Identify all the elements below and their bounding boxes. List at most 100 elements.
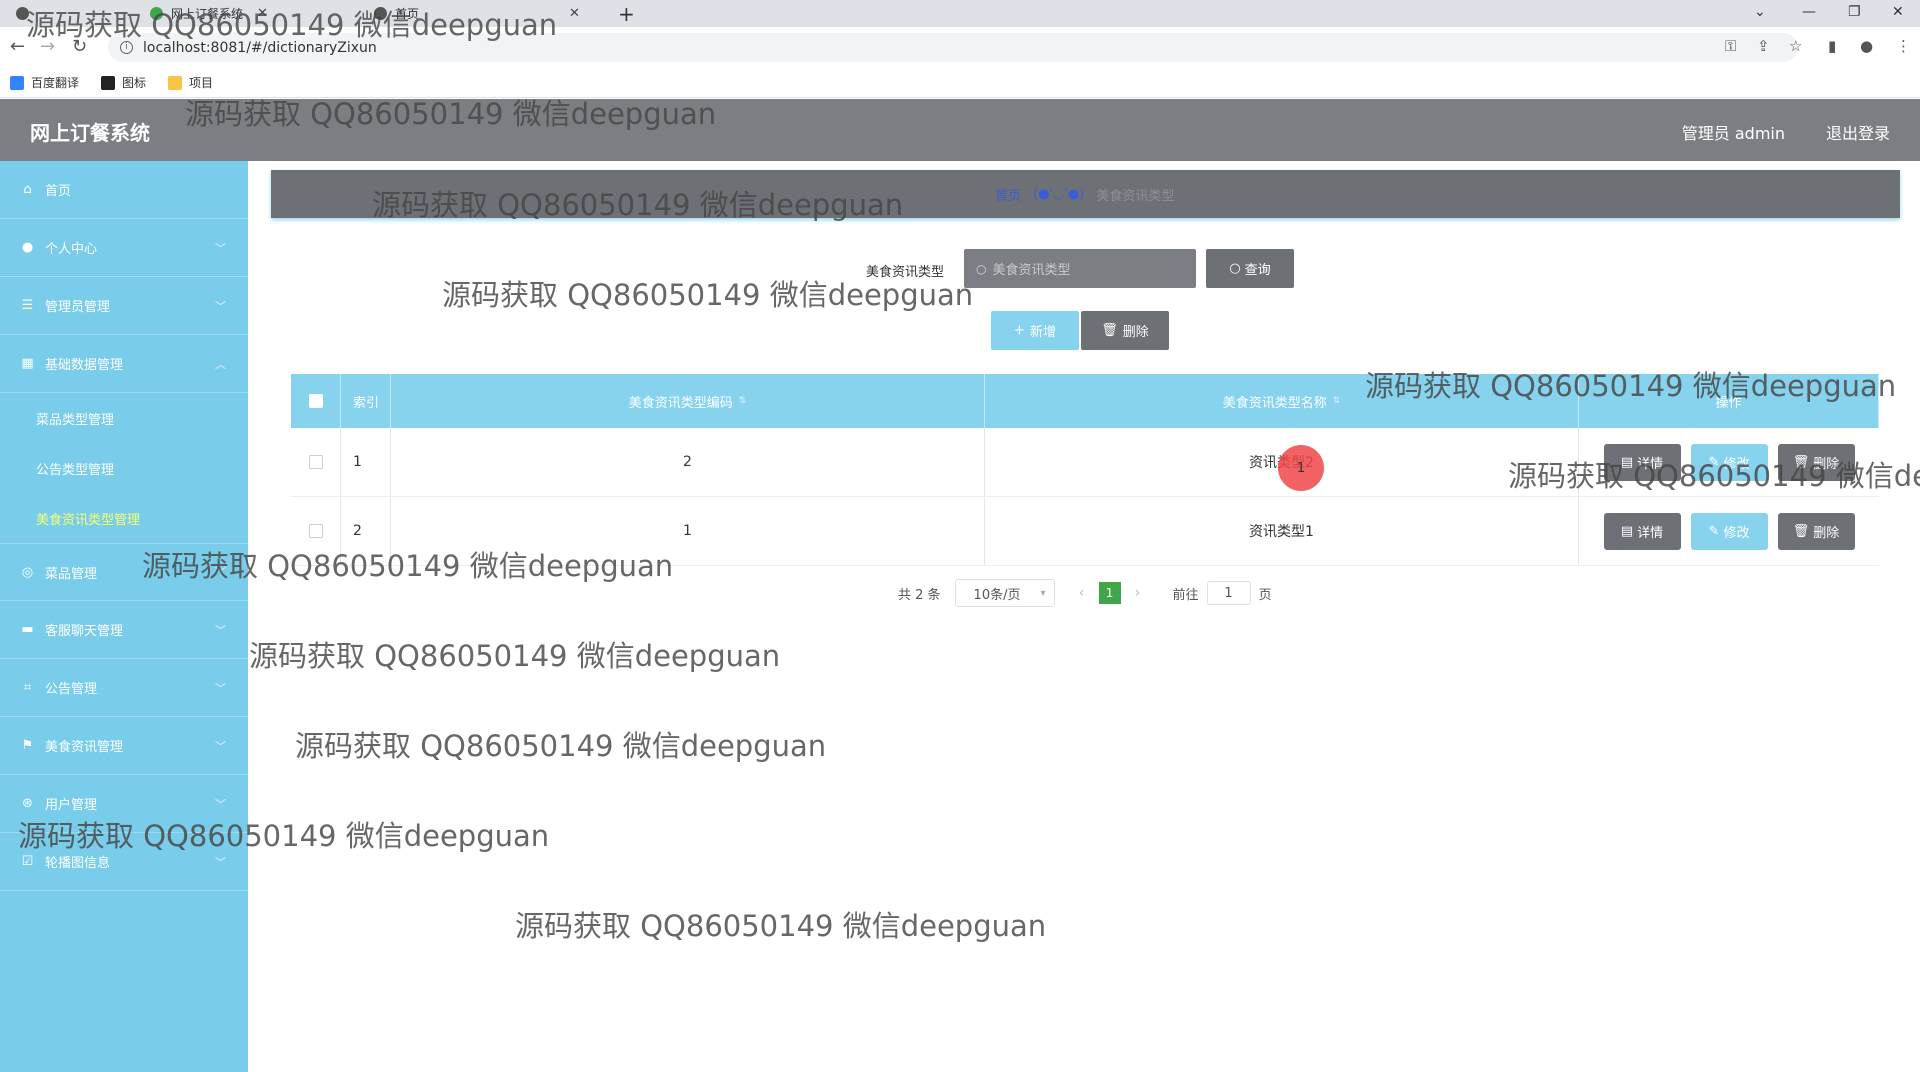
chevron-down-icon: ﹀	[215, 797, 226, 811]
goto-page-input[interactable]: 1	[1206, 581, 1251, 605]
browser-tab-strip: 网上订餐系统 ✕ 首页 ✕ + ⌄ — ❐ ✕	[0, 0, 1920, 27]
row-delete-button[interactable]: 🗑 删除	[1777, 512, 1855, 550]
bookmarks-bar: 百度翻译 图标 项目	[0, 68, 1920, 98]
breadcrumb-separator: (●'◡'●)	[1033, 186, 1085, 202]
detail-button[interactable]: ▤ 详情	[1603, 512, 1681, 550]
submenu-notice-type[interactable]: 公告类型管理	[0, 443, 248, 493]
row-checkbox[interactable]	[308, 524, 323, 538]
delete-button-label: 删除	[1122, 325, 1149, 340]
search-icon: ○	[1229, 261, 1241, 276]
logout-link[interactable]: 退出登录	[1826, 120, 1890, 144]
address-bar-row: ← → ↻ i localhost:8081/#/dictionaryZixun…	[0, 27, 1920, 68]
next-page-icon[interactable]: ›	[1127, 585, 1149, 601]
trash-icon: 🗑	[1101, 323, 1118, 338]
bookmark-item[interactable]: 项目	[168, 74, 213, 91]
chevron-down-icon: ﹀	[215, 566, 226, 579]
chevron-down-icon: ﹀	[215, 623, 226, 637]
close-window-icon[interactable]: ✕	[1892, 4, 1904, 20]
chevron-down-icon: ▾	[1040, 587, 1046, 599]
tab-close-icon[interactable]: ✕	[257, 6, 268, 21]
edit-button[interactable]: ✎ 修改	[1690, 512, 1768, 550]
submenu-label: 菜品类型管理	[36, 412, 115, 428]
sidebar-item-home[interactable]: ⌂ 首页	[0, 161, 248, 219]
add-button[interactable]: + 新增	[991, 311, 1079, 350]
browser-tab[interactable]	[6, 0, 136, 27]
page-number-current[interactable]: 1	[1098, 582, 1121, 604]
page-size-value: 10条/页	[973, 587, 1021, 603]
pagination: 共 2 条 10条/页 ▾ ‹ 1 › 前往 1 页	[898, 579, 1272, 607]
table-header: 索引 美食资讯类型编码 ⇅ 美食资讯类型名称 ⇅ 操作	[291, 374, 1879, 428]
tab-favicon-icon	[374, 7, 387, 20]
sort-icon[interactable]: ⇅	[739, 396, 747, 406]
new-tab-button[interactable]: +	[618, 2, 635, 26]
star-icon[interactable]: ☆	[1789, 37, 1802, 55]
select-all-checkbox[interactable]	[308, 394, 323, 408]
row-index: 1	[341, 428, 391, 496]
search-button[interactable]: ○ 查询	[1206, 249, 1294, 288]
minimize-icon[interactable]: —	[1802, 4, 1816, 20]
sidebar-item-chat[interactable]: ▬ 客服聊天管理 ﹀	[0, 601, 248, 659]
data-table: 索引 美食资讯类型编码 ⇅ 美食资讯类型名称 ⇅ 操作 1 2 资讯类型2 ▤详…	[291, 374, 1879, 566]
chevron-down-icon: ﹀	[215, 739, 226, 753]
tab-title: 首页	[395, 7, 420, 21]
page-size-select[interactable]: 10条/页 ▾	[954, 579, 1055, 607]
forward-icon[interactable]: →	[40, 36, 55, 57]
search-placeholder: 美食资讯类型	[992, 263, 1071, 278]
sidebar-item-admins[interactable]: ☰ 管理员管理 ﹀	[0, 277, 248, 335]
breadcrumb-home[interactable]: 首页	[995, 185, 1021, 204]
translate-icon	[10, 75, 24, 90]
sidebar-item-carousel[interactable]: ☑ 轮播图信息 ﹀	[0, 833, 248, 891]
globe-icon: ◎	[21, 564, 34, 580]
row-code: 1	[391, 497, 985, 565]
header-code[interactable]: 美食资讯类型编码 ⇅	[391, 374, 985, 428]
prev-page-icon[interactable]: ‹	[1071, 585, 1093, 601]
flag-icon: ⚑	[21, 738, 34, 753]
image-icon	[101, 75, 116, 90]
submenu-food-news-type[interactable]: 美食资讯类型管理	[0, 493, 248, 543]
sidebar-item-dishes[interactable]: ◎ 菜品管理 ﹀	[0, 543, 248, 601]
browser-tab[interactable]: 网上订餐系统 ✕	[140, 0, 360, 27]
sidebar-item-label: 用户管理	[45, 798, 98, 813]
bookmark-item[interactable]: 百度翻译	[10, 74, 79, 91]
site-info-icon[interactable]: i	[120, 41, 133, 54]
url-input[interactable]: i localhost:8081/#/dictionaryZixun	[108, 33, 1798, 62]
list-icon: ☰	[21, 298, 34, 313]
tab-close-icon[interactable]: ✕	[569, 6, 580, 21]
goto-page-value: 1	[1224, 585, 1233, 601]
sidepanel-icon[interactable]: ▮	[1828, 37, 1836, 55]
bookmark-label: 百度翻译	[31, 76, 80, 90]
trash-icon: 🗑	[1792, 523, 1810, 539]
sidebar-item-users[interactable]: ⊛ 用户管理 ﹀	[0, 775, 248, 833]
bookmark-item[interactable]: 图标	[101, 74, 146, 91]
doc-icon: ▤	[1620, 454, 1634, 470]
sort-icon[interactable]: ⇅	[1333, 396, 1341, 406]
profile-icon[interactable]: ●	[1860, 37, 1873, 55]
tab-search-icon[interactable]: ⌄	[1754, 4, 1766, 20]
row-checkbox[interactable]	[308, 455, 323, 469]
search-input[interactable]: ○ 美食资讯类型	[964, 249, 1196, 288]
submenu-dish-type[interactable]: 菜品类型管理	[0, 393, 248, 443]
share-icon[interactable]: ⇪	[1757, 37, 1770, 55]
row-name: 资讯类型1	[985, 497, 1579, 565]
search-icon: ○	[976, 261, 987, 276]
detail-label: 详情	[1637, 456, 1664, 472]
sidebar-item-food-news[interactable]: ⚑ 美食资讯管理 ﹀	[0, 717, 248, 775]
table-row: 2 1 资讯类型1 ▤ 详情 ✎ 修改 🗑 删除	[291, 497, 1879, 566]
key-icon[interactable]: ⚿	[1725, 37, 1736, 55]
edit-button[interactable]: ✎ 修改	[1690, 443, 1768, 481]
menu-icon[interactable]: ⋮	[1896, 37, 1911, 55]
detail-button[interactable]: ▤ 详情	[1603, 443, 1681, 481]
row-delete-button[interactable]: 🗑 删除	[1777, 443, 1855, 481]
header-name[interactable]: 美食资讯类型名称 ⇅	[985, 374, 1579, 428]
back-icon[interactable]: ←	[10, 36, 25, 57]
reload-icon[interactable]: ↻	[72, 36, 87, 57]
select-all-cell	[291, 374, 341, 428]
batch-delete-button[interactable]: 🗑 删除	[1081, 311, 1169, 350]
trash-icon: 🗑	[1792, 454, 1810, 470]
restore-icon[interactable]: ❐	[1848, 4, 1861, 20]
compass-icon: ⊛	[22, 796, 33, 811]
sidebar-item-base-data[interactable]: ▦ 基础数据管理 ︿	[0, 335, 248, 393]
sidebar-item-profile[interactable]: ● 个人中心 ﹀	[0, 219, 248, 277]
browser-tab[interactable]: 首页 ✕	[364, 0, 594, 27]
sidebar-item-notices[interactable]: ⌗ 公告管理 ﹀	[0, 659, 248, 717]
